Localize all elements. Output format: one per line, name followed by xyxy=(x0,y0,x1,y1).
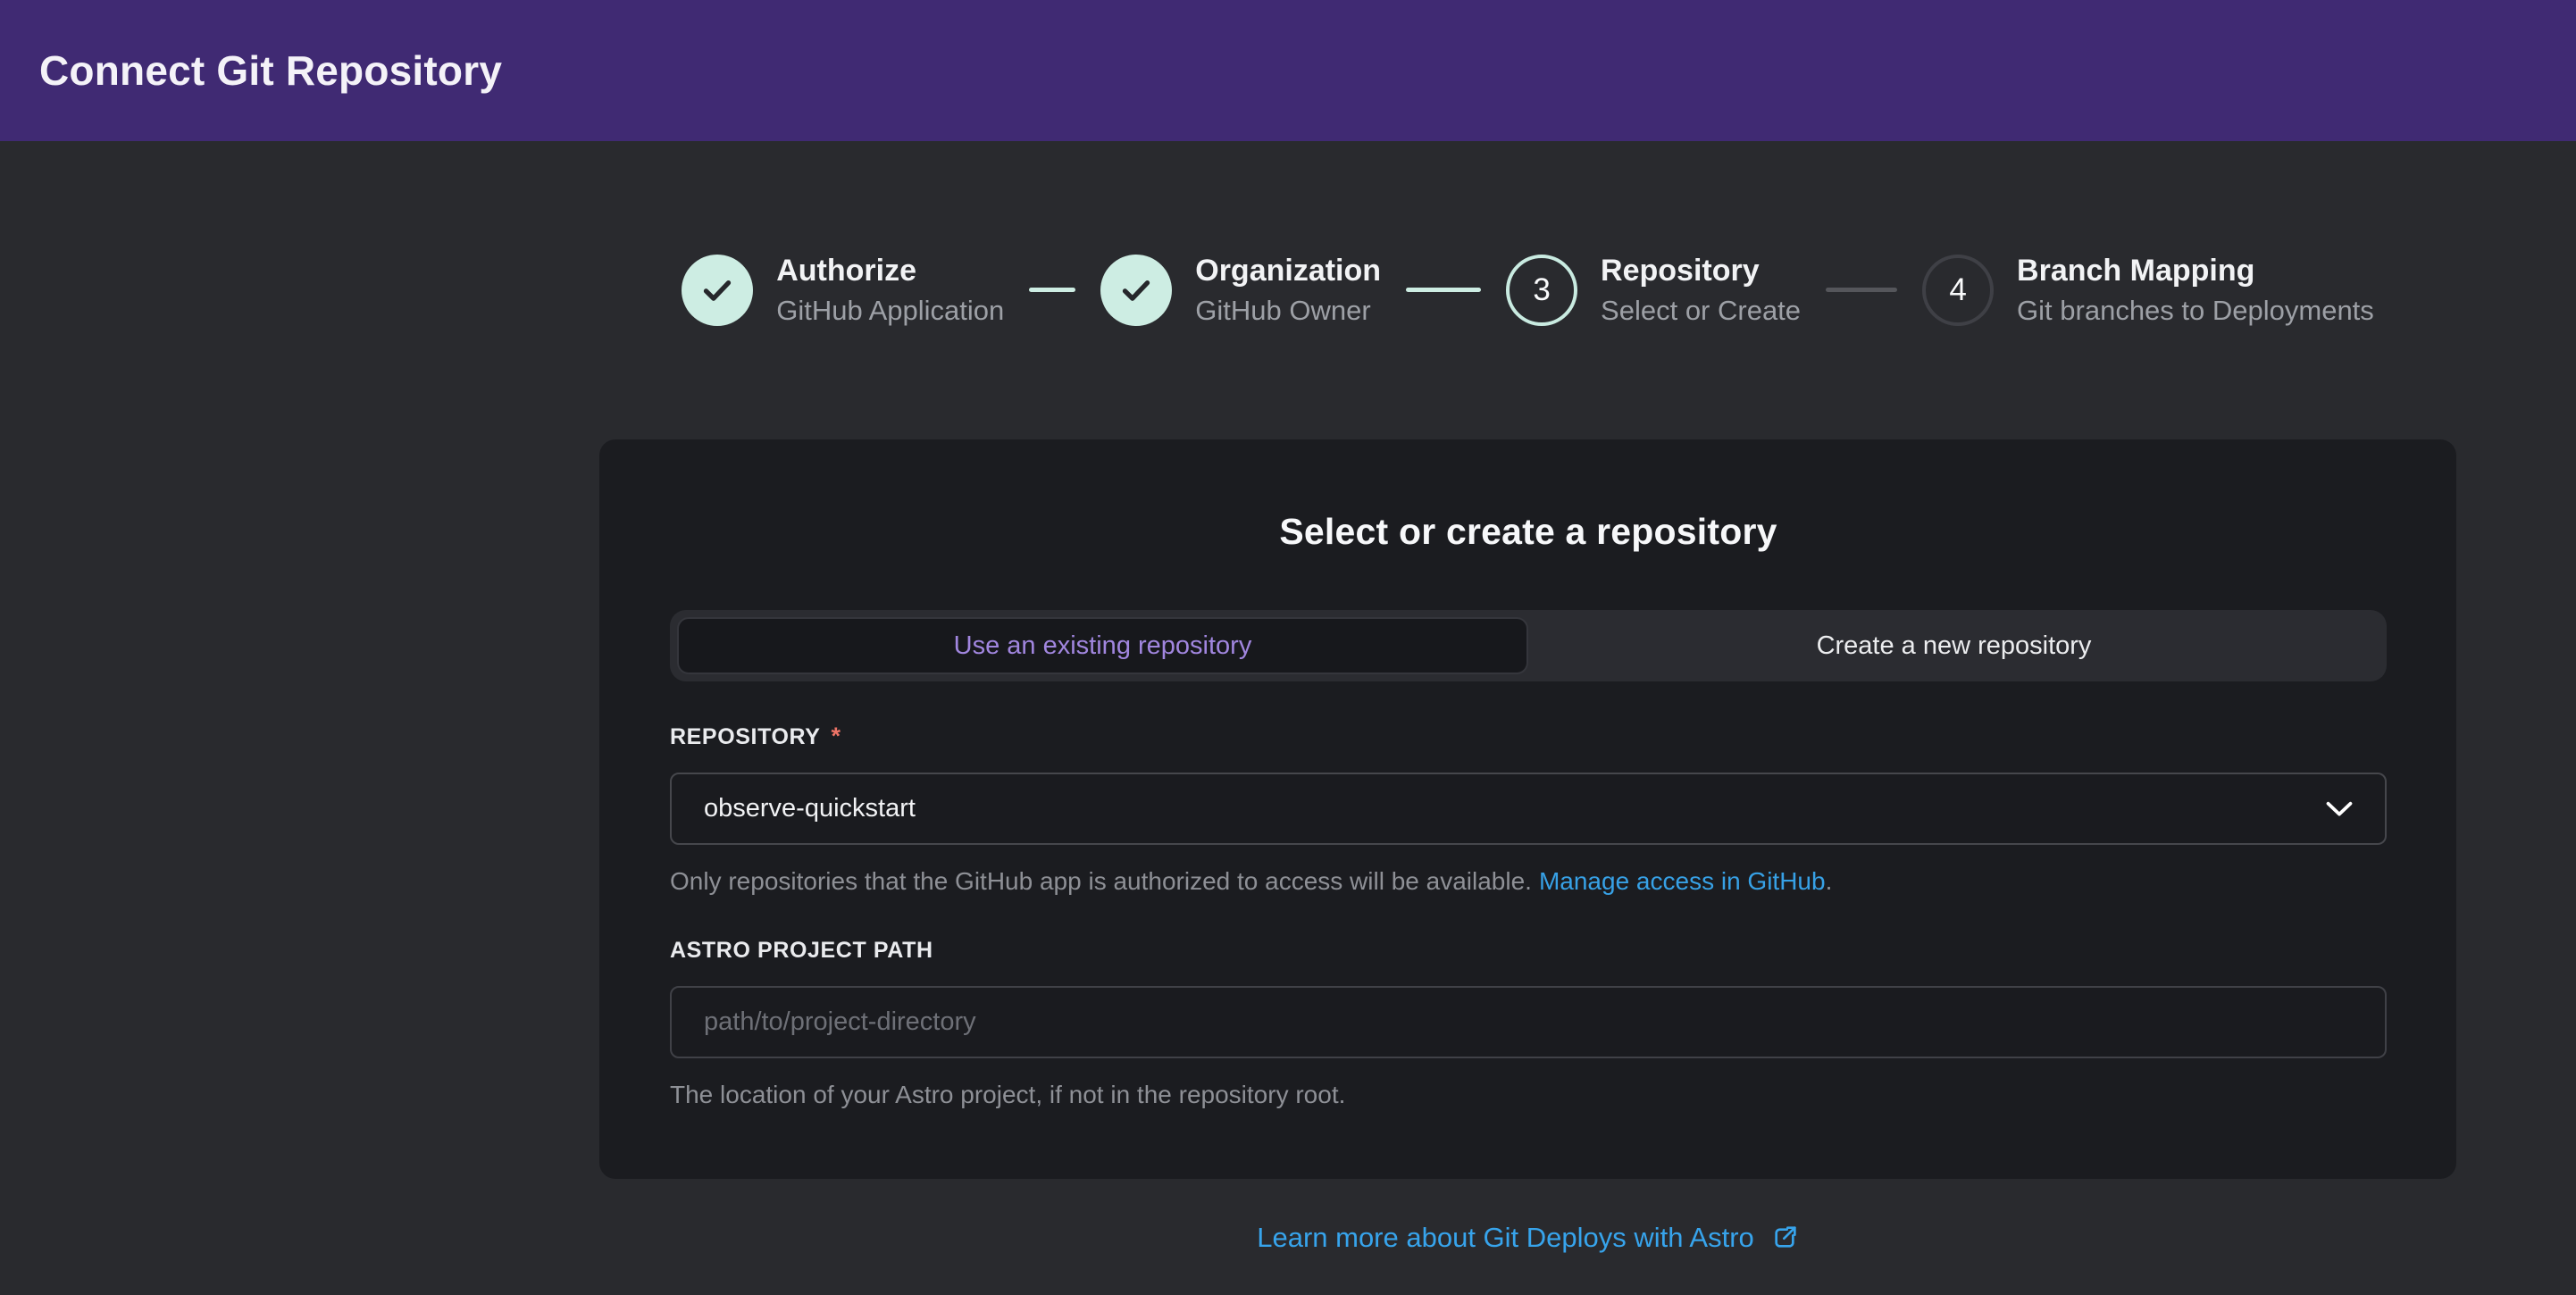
card-title: Select or create a repository xyxy=(670,511,2387,553)
required-marker: * xyxy=(832,723,841,750)
chevron-down-icon xyxy=(2326,801,2353,817)
repository-select-value: observe-quickstart xyxy=(704,794,2326,823)
repository-field: REPOSITORY * observe-quickstart Only rep… xyxy=(670,723,2387,897)
step-branch-mapping-indicator: 4 xyxy=(1922,255,1994,326)
step-subtitle: GitHub Owner xyxy=(1195,296,1381,326)
astro-project-path-help-text: The location of your Astro project, if n… xyxy=(670,1080,2387,1110)
step-subtitle: Git branches to Deployments xyxy=(2017,296,2374,326)
astro-project-path-input[interactable] xyxy=(670,986,2387,1058)
step-title: Organization xyxy=(1195,254,1381,288)
step-title: Authorize xyxy=(776,254,1004,288)
repository-label: REPOSITORY xyxy=(670,724,821,750)
learn-more-label: Learn more about Git Deploys with Astro xyxy=(1257,1222,1754,1254)
step-organization: Organization GitHub Owner xyxy=(1100,254,1381,326)
dialog-footer: Learn more about Git Deploys with Astro xyxy=(599,1222,2456,1254)
tab-create-new-repository[interactable]: Create a new repository xyxy=(1528,617,2379,674)
tab-use-existing-repository[interactable]: Use an existing repository xyxy=(677,617,1528,674)
step-title: Repository xyxy=(1601,254,1801,288)
step-title: Branch Mapping xyxy=(2017,254,2374,288)
step-branch-mapping: 4 Branch Mapping Git branches to Deploym… xyxy=(1922,254,2374,326)
step-organization-indicator xyxy=(1100,255,1172,326)
dialog-title: Connect Git Repository xyxy=(39,46,502,95)
dialog-body: Authorize GitHub Application Organizatio… xyxy=(599,254,2456,1254)
connect-git-repository-dialog: Connect Git Repository Authorize GitHub … xyxy=(0,0,2576,1295)
step-connector-3 xyxy=(1826,288,1897,292)
check-icon xyxy=(699,272,735,308)
step-authorize: Authorize GitHub Application xyxy=(682,254,1004,326)
repository-help-text: Only repositories that the GitHub app is… xyxy=(670,866,2387,897)
step-number: 3 xyxy=(1533,272,1550,308)
stepper: Authorize GitHub Application Organizatio… xyxy=(599,254,2456,326)
repository-select[interactable]: observe-quickstart xyxy=(670,773,2387,845)
step-repository-indicator: 3 xyxy=(1506,255,1577,326)
check-icon xyxy=(1118,272,1154,308)
astro-project-path-label: ASTRO PROJECT PATH xyxy=(670,938,933,964)
step-connector-2 xyxy=(1406,288,1481,292)
step-authorize-indicator xyxy=(682,255,753,326)
dialog-header: Connect Git Repository xyxy=(0,0,2576,141)
step-number: 4 xyxy=(1949,272,1966,308)
step-repository: 3 Repository Select or Create xyxy=(1506,254,1801,326)
learn-more-link[interactable]: Learn more about Git Deploys with Astro xyxy=(1257,1222,1799,1254)
repository-card: Select or create a repository Use an exi… xyxy=(599,439,2456,1179)
manage-access-link[interactable]: Manage access in GitHub xyxy=(1539,867,1826,895)
step-connector-1 xyxy=(1029,288,1075,292)
repository-mode-tabs: Use an existing repository Create a new … xyxy=(670,610,2387,681)
external-link-icon xyxy=(1770,1224,1799,1252)
step-subtitle: Select or Create xyxy=(1601,296,1801,326)
step-subtitle: GitHub Application xyxy=(776,296,1004,326)
astro-project-path-field: ASTRO PROJECT PATH The location of your … xyxy=(670,938,2387,1110)
